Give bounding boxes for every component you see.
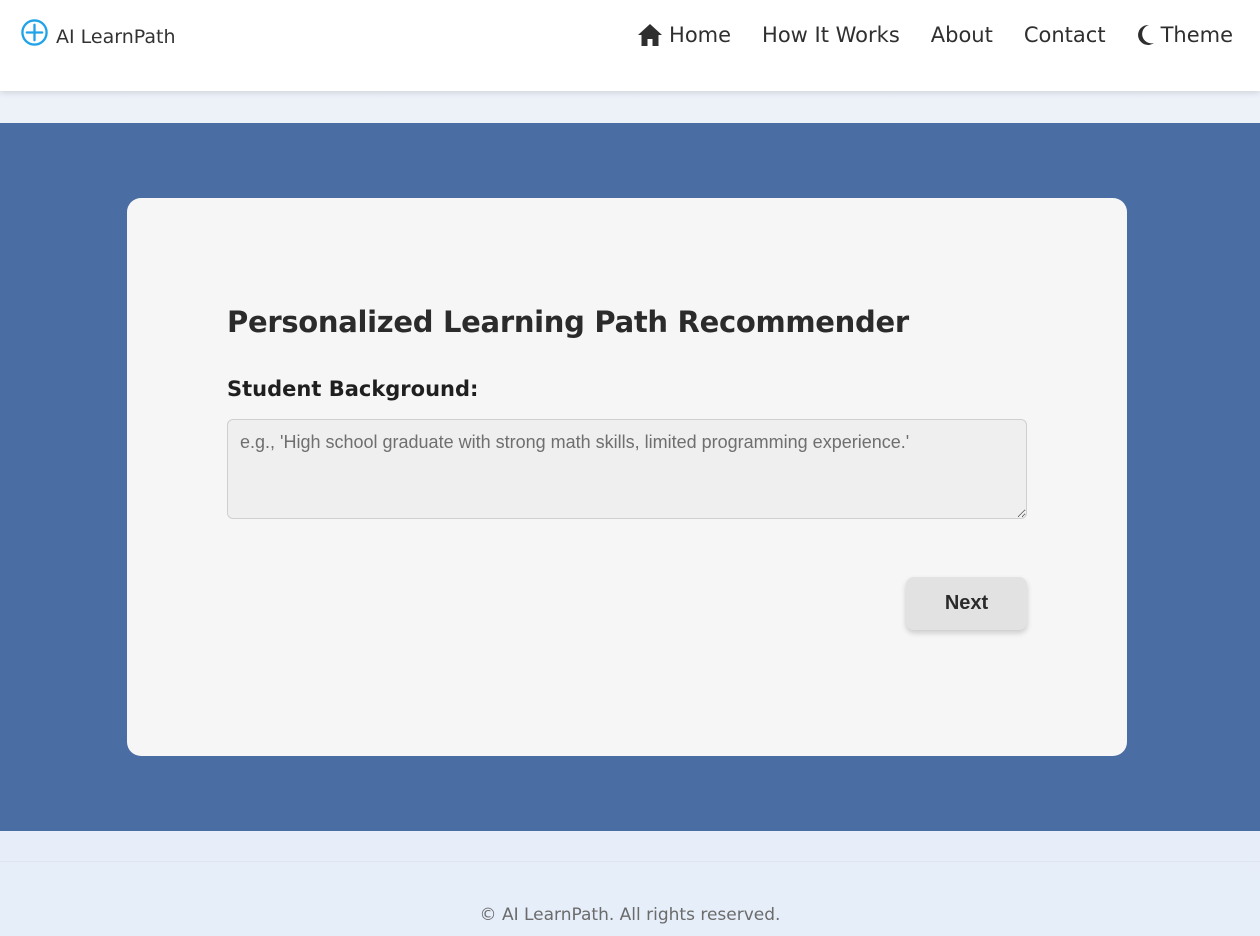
student-background-input[interactable] — [227, 419, 1027, 519]
theme-toggle[interactable]: Theme — [1137, 21, 1233, 49]
recommender-card: Personalized Learning Path Recommender S… — [127, 198, 1127, 756]
next-button[interactable]: Next — [906, 577, 1027, 630]
moon-icon — [1137, 24, 1154, 45]
brand-logo-link[interactable]: AI LearnPath — [20, 16, 175, 48]
footer-copyright: © AI LearnPath. All rights reserved. — [479, 905, 781, 925]
compass-plus-icon — [21, 18, 48, 46]
nav-how-it-works-label: How It Works — [762, 23, 900, 47]
student-background-label: Student Background: — [227, 377, 479, 401]
nav-contact-link[interactable]: Contact — [1024, 21, 1106, 49]
brand-name: AI LearnPath — [56, 26, 176, 48]
nav-about-link[interactable]: About — [931, 21, 993, 49]
nav-home-link[interactable]: Home — [637, 21, 731, 49]
main-nav: Home How It Works About Contact Theme — [637, 21, 1233, 49]
nav-about-label: About — [930, 23, 993, 47]
nav-home-label: Home — [669, 23, 732, 47]
nav-how-it-works-link[interactable]: How It Works — [762, 21, 900, 49]
hero-section: Personalized Learning Path Recommender S… — [0, 123, 1260, 831]
nav-contact-label: Contact — [1023, 23, 1106, 47]
top-navbar: AI LearnPath Home How It Works About Con… — [0, 0, 1260, 91]
page-title: Personalized Learning Path Recommender — [227, 305, 909, 339]
home-icon — [638, 24, 663, 46]
footer-divider — [0, 861, 1260, 862]
theme-toggle-label: Theme — [1160, 23, 1233, 47]
